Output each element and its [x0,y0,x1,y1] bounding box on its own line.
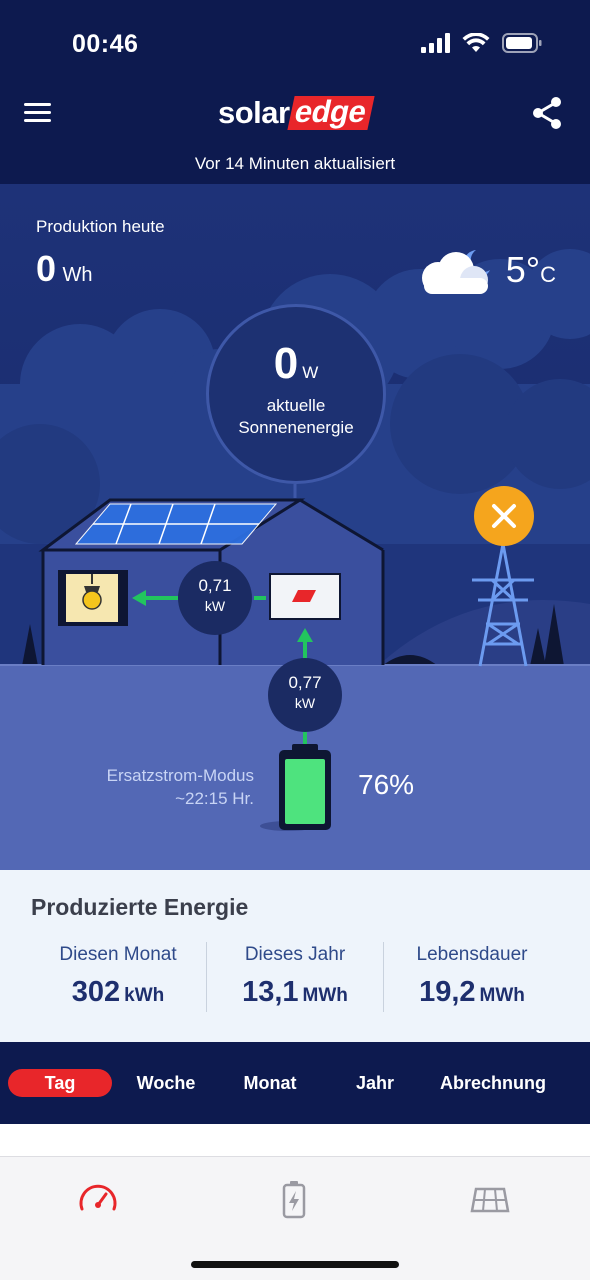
current-solar-label-line2: Sonnenenergie [238,418,354,437]
status-bar: 00:46 [0,0,590,88]
production-label: Produktion heute [36,217,165,236]
house-flow-unit: kW [204,598,226,614]
backup-mode-title: Ersatzstrom-Modus [106,766,254,785]
battery-fill [285,759,325,824]
production-unit: Wh [62,264,93,286]
content-strip [0,1124,590,1156]
tab-month[interactable]: Monat [228,1069,312,1097]
stat-unit: kWh [124,985,165,1006]
tab-week[interactable]: Woche [122,1069,210,1097]
stat-number: 19,2 [419,976,476,1008]
stat-label: Dieses Jahr [244,944,346,965]
battery-status-icon [502,33,542,53]
tab-billing[interactable]: Abrechnung [428,1069,558,1097]
temperature-unit: C [540,262,556,287]
close-icon [492,504,516,528]
bottom-navigation [0,1156,590,1280]
battery-percent: 76% [358,769,415,800]
status-icons [420,33,542,53]
stat-value: 13,1 MWh [207,976,383,1009]
current-solar-circle[interactable]: 0W aktuelle Sonnenenergie [206,304,386,484]
cellular-signal-icon [421,33,450,53]
menu-icon[interactable] [22,98,56,128]
energy-flow-scene: Produktion heute 0 Wh 5°C 0W aktuelle So… [0,184,590,870]
wifi-icon [462,33,490,52]
backup-mode-label: Ersatzstrom-Modus ~22:15 Hr. [40,764,254,810]
tab-day[interactable]: Tag [8,1069,112,1097]
stat-label: Lebensdauer [416,944,528,965]
battery-icon[interactable] [274,1179,314,1219]
produced-energy-title: Produzierte Energie [31,894,249,920]
stat-this-month: Diesen Monat 302 kWh [30,942,206,1012]
current-solar-label: aktuelle Sonnenenergie [209,395,383,439]
battery-flow-value: 0,77 [288,673,322,692]
stat-this-year: Dieses Jahr 13,1 MWh [206,942,383,1012]
weather-widget: 5°C [416,244,556,296]
last-updated-text: Vor 14 Minuten aktualisiert [194,154,396,173]
current-solar-number: 0 [273,339,299,388]
app-header: solar edge Vor 14 Minuten aktualisiert [0,88,590,184]
tab-year[interactable]: Jahr [340,1069,410,1097]
home-indicator[interactable] [191,1261,399,1268]
status-time: 00:46 [72,30,139,58]
house-flow-bubble: 0,71 kW [178,561,252,635]
dashboard-gauge-icon[interactable] [78,1179,118,1219]
backup-mode-time: ~22:15 Hr. [175,789,254,808]
solaredge-logo: solar edge [218,94,375,130]
solar-panel-icon[interactable] [470,1179,510,1219]
current-solar-label-line1: aktuelle [266,396,326,415]
current-solar-value: 0W [209,339,383,389]
stat-unit: MWh [479,985,525,1006]
battery-flow-bubble: 0,77 kW [268,658,342,732]
temperature-value: 5° [505,249,541,290]
share-icon[interactable] [530,96,564,130]
grid-status-badge[interactable] [474,486,534,546]
stat-number: 302 [71,976,121,1008]
stat-value: 19,2 MWh [384,976,560,1009]
logo-edge-text: edge [286,94,375,130]
stat-lifetime: Lebensdauer 19,2 MWh [383,942,560,1012]
produced-energy-stats: Diesen Monat 302 kWh Dieses Jahr 13,1 MWh … [30,942,560,1012]
battery-flow-unit: kW [294,695,316,711]
stat-label: Diesen Monat [59,944,177,965]
logo-solar-text: solar [218,95,290,130]
production-value: 0 Wh [36,248,92,290]
produced-energy-card: Produzierte Energie Diesen Monat 302 kWh … [0,870,590,1042]
cloud-moon-icon [421,250,490,294]
production-number: 0 [36,248,57,289]
period-tabs: Tag Woche Monat Jahr Abrechnung [0,1042,590,1124]
house-flow-value: 0,71 [198,576,232,595]
stat-value: 302 kWh [30,976,206,1009]
stat-number: 13,1 [242,976,299,1008]
stat-unit: MWh [302,985,348,1006]
current-solar-unit: W [302,363,319,382]
